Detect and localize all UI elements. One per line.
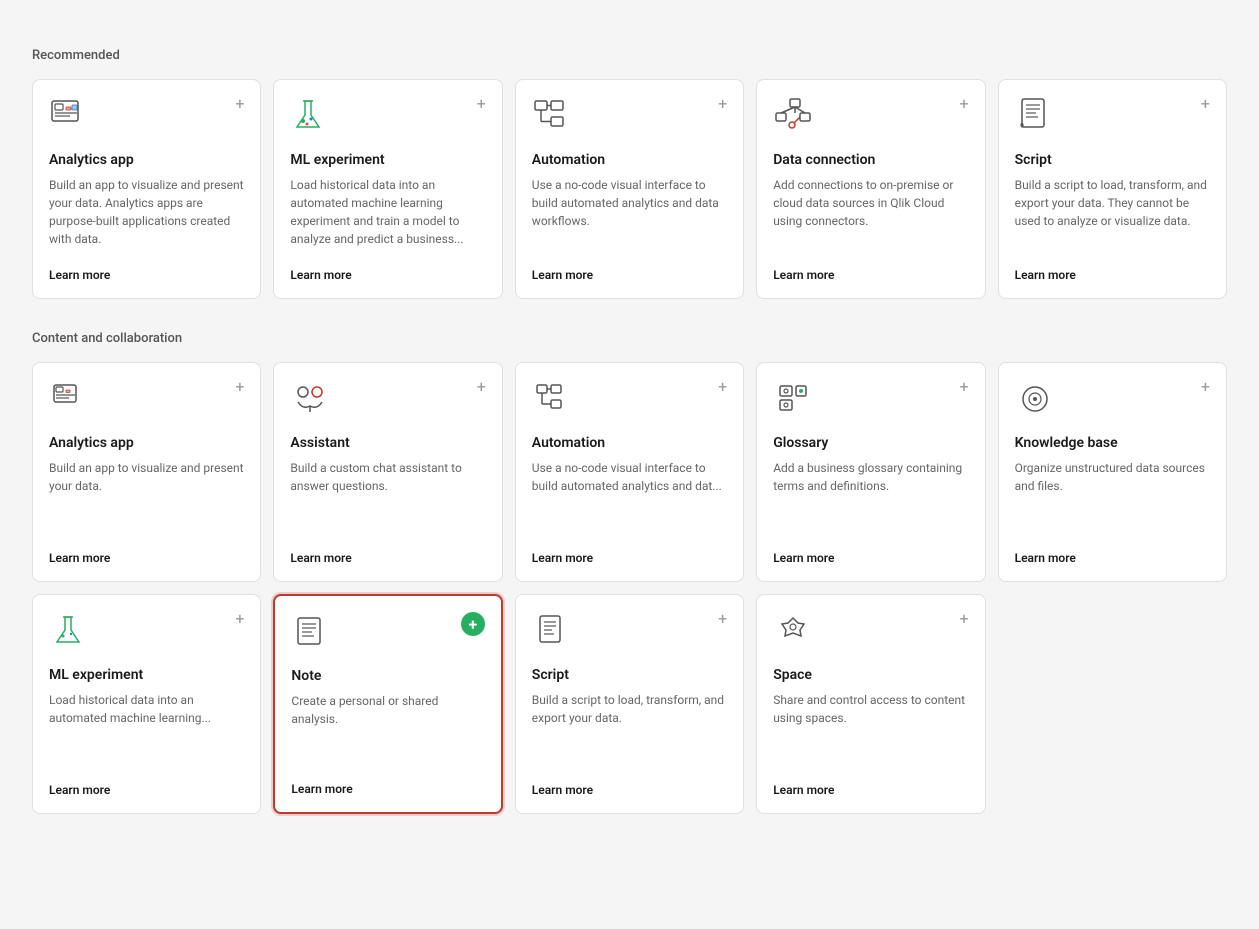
card-title: Analytics app — [49, 435, 244, 451]
card-script-cc[interactable]: + Script Build a script to load, transform… — [515, 594, 744, 814]
add-button[interactable]: + — [477, 379, 486, 395]
card-automation-cc[interactable]: + Automation Use a no-code visual interfac… — [515, 362, 744, 582]
section-title: Content and collaboration — [32, 331, 1227, 346]
card-description: Load historical data into an automated m… — [49, 691, 244, 771]
add-button-green[interactable]: + — [461, 612, 485, 636]
section-title: Recommended — [32, 48, 1227, 63]
card-note-cc[interactable]: + Note Create a personal or shared analysi… — [273, 594, 502, 814]
learn-more-link[interactable]: Learn more — [1015, 268, 1210, 282]
card-ml-experiment-cc[interactable]: + ML experiment Load historical data into … — [32, 594, 261, 814]
learn-more-link[interactable]: Learn more — [290, 268, 485, 282]
analytics-app-icon — [49, 96, 89, 136]
card-space-cc[interactable]: + Space Share and control access to conten… — [756, 594, 985, 814]
card-description: Organize unstructured data sources and f… — [1015, 459, 1210, 539]
add-button[interactable]: + — [718, 611, 727, 627]
card-title: Data connection — [773, 152, 968, 168]
card-description: Build an app to visualize and present yo… — [49, 459, 244, 539]
learn-more-link[interactable]: Learn more — [49, 783, 244, 797]
card-description: Add a business glossary containing terms… — [773, 459, 968, 539]
add-button[interactable]: + — [1201, 379, 1210, 395]
card-description: Use a no-code visual interface to build … — [532, 176, 727, 256]
card-title: Automation — [532, 152, 727, 168]
card-data-connection-rec[interactable]: + Data connection Add connections to on-pr… — [756, 79, 985, 299]
card-automation-rec[interactable]: + Automation Use a no-code visual interfac… — [515, 79, 744, 299]
card-description: Create a personal or shared analysis. — [291, 692, 484, 770]
space-icon — [773, 611, 813, 651]
add-button[interactable]: + — [1201, 96, 1210, 112]
card-description: Load historical data into an automated m… — [290, 176, 485, 256]
card-analytics-app-cc[interactable]: + Analytics app Build an app to visualize … — [32, 362, 261, 582]
automation-small-icon — [532, 379, 572, 419]
script-icon — [1015, 96, 1055, 136]
card-title: Knowledge base — [1015, 435, 1210, 451]
card-title: Glossary — [773, 435, 968, 451]
card-knowledge-base-cc[interactable]: + Knowledge base Organize unstructured dat… — [998, 362, 1227, 582]
card-title: Assistant — [290, 435, 485, 451]
learn-more-link[interactable]: Learn more — [291, 782, 484, 796]
card-description: Share and control access to content usin… — [773, 691, 968, 771]
add-button[interactable]: + — [960, 379, 969, 395]
add-button[interactable]: + — [718, 96, 727, 112]
knowledge-base-icon — [1015, 379, 1055, 419]
card-assistant-cc[interactable]: + Assistant Build a custom chat assistant … — [273, 362, 502, 582]
add-button[interactable]: + — [960, 611, 969, 627]
cards-grid: + Analytics app Build an app to visualize … — [32, 362, 1227, 814]
card-script-rec[interactable]: + Script Build a script to load, transform… — [998, 79, 1227, 299]
cards-grid: + Analytics app Build an app to visualize … — [32, 79, 1227, 299]
analytics-app-small-icon — [49, 379, 89, 419]
learn-more-link[interactable]: Learn more — [532, 268, 727, 282]
glossary-icon — [773, 379, 813, 419]
card-title: Note — [291, 668, 484, 684]
card-title: Script — [532, 667, 727, 683]
add-button[interactable]: + — [960, 96, 969, 112]
card-description: Build a script to load, transform, and e… — [532, 691, 727, 771]
card-title: Script — [1015, 152, 1210, 168]
card-description: Build an app to visualize and present yo… — [49, 176, 244, 256]
learn-more-link[interactable]: Learn more — [49, 551, 244, 565]
add-button[interactable]: + — [235, 379, 244, 395]
card-description: Add connections to on-premise or cloud d… — [773, 176, 968, 256]
learn-more-link[interactable]: Learn more — [49, 268, 244, 282]
learn-more-link[interactable]: Learn more — [1015, 551, 1210, 565]
card-title: Automation — [532, 435, 727, 451]
data-connection-icon — [773, 96, 813, 136]
card-title: Analytics app — [49, 152, 244, 168]
assistant-icon — [290, 379, 330, 419]
card-ml-experiment-rec[interactable]: + ML experiment Load historical data into … — [273, 79, 502, 299]
learn-more-link[interactable]: Learn more — [290, 551, 485, 565]
card-title: ML experiment — [49, 667, 244, 683]
learn-more-link[interactable]: Learn more — [532, 551, 727, 565]
add-button[interactable]: + — [477, 96, 486, 112]
ml-small-icon — [49, 611, 89, 651]
note-icon — [291, 612, 331, 652]
card-description: Build a script to load, transform, and e… — [1015, 176, 1210, 256]
section-recommended: Recommended + Analytics app Build an app t… — [32, 48, 1227, 299]
add-button[interactable]: + — [235, 611, 244, 627]
card-glossary-cc[interactable]: + Glossary Add a business glossary contain… — [756, 362, 985, 582]
learn-more-link[interactable]: Learn more — [773, 268, 968, 282]
script-small-icon — [532, 611, 572, 651]
card-title: ML experiment — [290, 152, 485, 168]
add-button[interactable]: + — [235, 96, 244, 112]
learn-more-link[interactable]: Learn more — [773, 551, 968, 565]
card-description: Build a custom chat assistant to answer … — [290, 459, 485, 539]
ml-experiment-icon — [290, 96, 330, 136]
add-button[interactable]: + — [718, 379, 727, 395]
card-description: Use a no-code visual interface to build … — [532, 459, 727, 539]
section-content-collaboration: Content and collaboration + Analytics app… — [32, 331, 1227, 814]
learn-more-link[interactable]: Learn more — [532, 783, 727, 797]
learn-more-link[interactable]: Learn more — [773, 783, 968, 797]
automation-icon — [532, 96, 572, 136]
card-analytics-app-rec[interactable]: + Analytics app Build an app to visualize … — [32, 79, 261, 299]
card-title: Space — [773, 667, 968, 683]
